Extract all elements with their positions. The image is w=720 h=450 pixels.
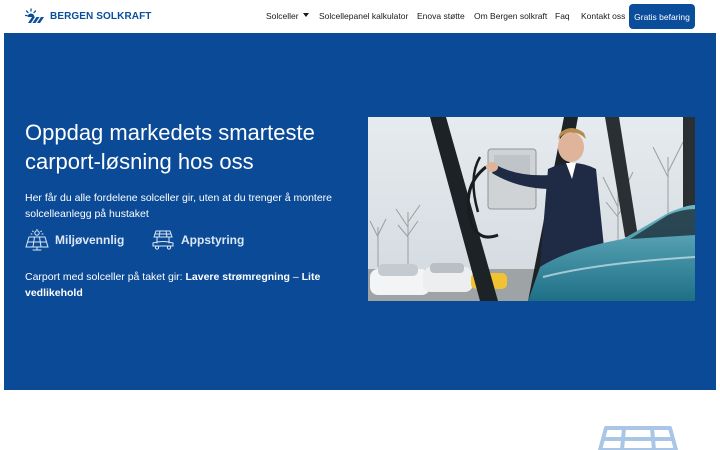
carport-charging-photo	[368, 117, 695, 301]
nav-item-kontakt[interactable]: Kontakt oss	[581, 11, 625, 21]
free-inspection-button[interactable]: Gratis befaring	[629, 4, 695, 29]
logo[interactable]: BERGEN SOLKRAFT	[25, 6, 152, 26]
hero-section: Oppdag markedets smarteste carport-løsni…	[4, 33, 716, 390]
feature-label: Miljøvennlig	[55, 233, 125, 247]
feature-appstyring: Appstyring	[151, 229, 244, 251]
nav-item-solceller[interactable]: Solceller	[266, 11, 309, 21]
chevron-down-icon	[302, 13, 309, 17]
site-header: BERGEN SOLKRAFT Solceller Solcellepanel …	[0, 0, 720, 33]
nav-item-enova[interactable]: Enova støtte	[417, 11, 465, 21]
app-control-icon	[152, 230, 174, 250]
nav-item-om-oss[interactable]: Om Bergen solkraft	[474, 11, 547, 21]
benefits-dash: –	[289, 271, 302, 283]
hero-photo	[368, 117, 695, 301]
feature-label: Appstyring	[181, 233, 245, 247]
hero-subtitle: Her får du alle fordelene solceller gir,…	[25, 192, 333, 220]
benefits-prefix: Carport med solceller på taket gir:	[25, 271, 186, 283]
carport-icon	[598, 426, 678, 450]
benefit-lower-bills: Lavere strømregning	[185, 271, 290, 283]
sun-logo-icon	[25, 8, 44, 23]
nav-item-label: Solceller	[266, 11, 299, 21]
nav-item-kalkulator[interactable]: Solcellepanel kalkulator	[319, 11, 408, 21]
hero-benefits-text: Carport med solceller på taket gir: Lave…	[25, 269, 345, 301]
solar-panel-icon	[25, 229, 49, 251]
logo-text: BERGEN SOLKRAFT	[50, 10, 152, 22]
feature-miljovennlig: Miljøvennlig	[25, 229, 124, 251]
hero-title: Oppdag markedets smarteste carport-løsni…	[25, 120, 315, 174]
nav-item-faq[interactable]: Faq	[555, 11, 570, 21]
